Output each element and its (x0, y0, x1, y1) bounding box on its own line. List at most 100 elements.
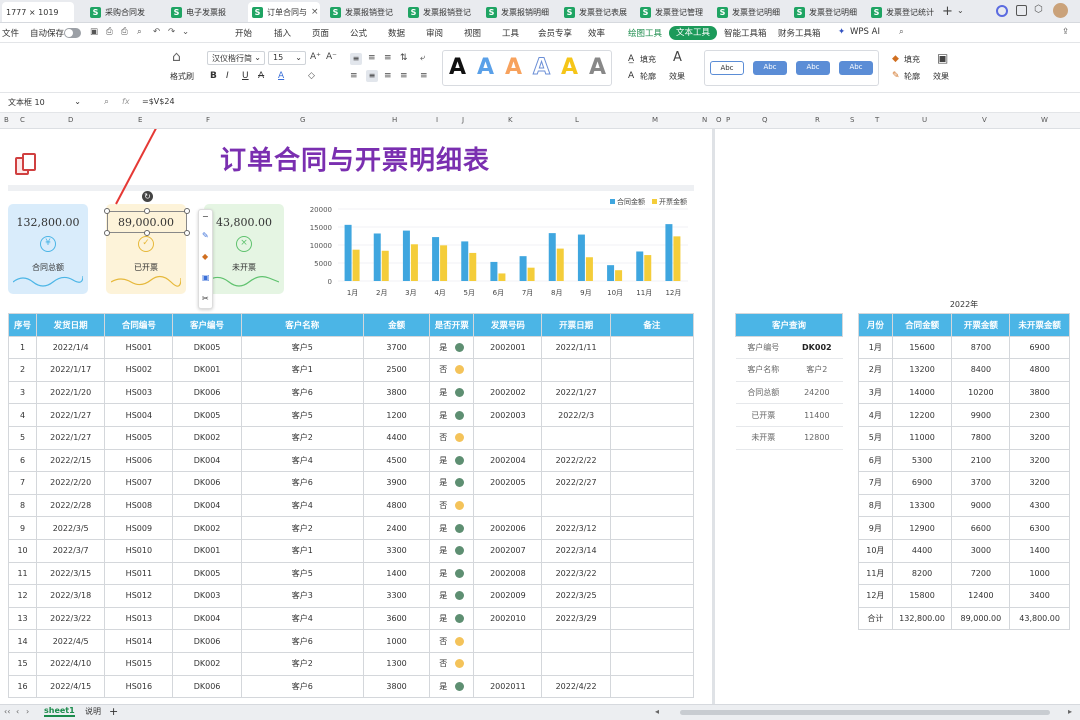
column-header-V[interactable]: V (982, 116, 987, 124)
table-cell[interactable]: 6月 (858, 448, 893, 473)
table-cell[interactable]: HS007 (104, 471, 174, 495)
table-cell[interactable]: 客户6 (240, 380, 364, 405)
remark-cell[interactable] (609, 493, 695, 518)
menu-member[interactable]: 会员专享 (538, 27, 572, 39)
sheet-tab-sheet1[interactable]: sheet1 (44, 706, 75, 717)
shape-effect-label[interactable]: 效果 (933, 71, 949, 82)
remark-cell[interactable] (609, 629, 695, 653)
tab-11[interactable]: S 发票登记统计 (867, 2, 937, 22)
table-cell[interactable]: 2022/3/22 (541, 561, 611, 586)
table-cell[interactable]: DK002 (172, 425, 242, 450)
table-cell[interactable]: 3800 (362, 380, 431, 405)
crop-icon[interactable]: ✂ (202, 294, 209, 303)
month-row[interactable]: 合计 132,800.00 89,000.00 43,800.00 (858, 606, 1070, 631)
table-cell[interactable]: 2022/3/5 (36, 516, 106, 540)
invoiced-cell[interactable]: 否 (429, 358, 475, 382)
table-cell[interactable]: 15 (7, 651, 38, 676)
table-row[interactable]: 13 2022/3/22 HS013 DK004 客户4 3600 是 2002010 2022… (7, 606, 695, 631)
menu-formula[interactable]: 公式 (350, 27, 367, 39)
table-cell[interactable]: 1月 (858, 335, 893, 360)
table-cell[interactable]: 客户1 (240, 358, 364, 382)
table-cell[interactable]: 2022/4/5 (36, 629, 106, 653)
table-cell[interactable] (473, 493, 543, 518)
table-cell[interactable]: 2002004 (473, 448, 543, 473)
table-row[interactable]: 14 2022/4/5 HS014 DK006 客户6 1000 否 (7, 629, 695, 653)
invoiced-cell[interactable]: 是 (429, 561, 475, 586)
column-header-I[interactable]: I (436, 116, 438, 124)
table-cell[interactable]: 16 (7, 674, 38, 699)
table-cell[interactable]: 3200 (1009, 448, 1070, 473)
remark-cell[interactable] (609, 516, 695, 540)
table-cell[interactable]: 7 (7, 471, 38, 495)
table-cell[interactable]: HS009 (104, 516, 174, 540)
table-cell[interactable]: 4500 (362, 448, 431, 473)
table-cell[interactable]: 客户2 (240, 516, 364, 540)
table-cell[interactable] (473, 358, 543, 382)
table-cell[interactable]: 2022/2/3 (541, 403, 611, 427)
new-tab-icon[interactable]: + (942, 4, 953, 19)
column-header-U[interactable]: U (922, 116, 927, 124)
style-outline-icon[interactable]: A (532, 55, 550, 81)
table-cell[interactable]: 2400 (362, 516, 431, 540)
invoiced-cell[interactable]: 是 (429, 380, 475, 405)
tab-5[interactable]: S 发票报销登记 (404, 2, 479, 22)
table-cell[interactable] (473, 629, 543, 653)
tab-7[interactable]: S 发票登记表展 (560, 2, 635, 22)
table-cell[interactable]: 1000 (1009, 561, 1070, 586)
share-icon[interactable]: ⇪ (1062, 27, 1069, 37)
table-cell[interactable]: 5月 (858, 425, 893, 450)
shape-style-gallery[interactable]: Abc Abc Abc Abc (704, 50, 879, 86)
tab-8[interactable]: S 发票登记管理 (636, 2, 711, 22)
table-cell[interactable]: 2022/1/20 (36, 380, 106, 405)
remark-cell[interactable] (609, 380, 695, 405)
table-cell[interactable]: 2022/2/22 (541, 448, 611, 473)
nav-first-icon[interactable]: ‹‹ (4, 707, 10, 716)
table-cell[interactable]: 2002009 (473, 584, 543, 608)
table-cell[interactable]: 6600 (951, 516, 1011, 540)
shape-effect-icon[interactable]: ▣ (937, 51, 948, 65)
month-row[interactable]: 9月 12900 6600 6300 (858, 516, 1070, 540)
table-cell[interactable]: 3800 (362, 674, 431, 699)
resize-handle[interactable] (104, 230, 110, 236)
table-cell[interactable]: 8 (7, 493, 38, 518)
table-cell[interactable]: HS001 (104, 335, 174, 360)
outline-icon[interactable]: ▣ (202, 273, 210, 282)
distributed-icon[interactable]: ≡ (420, 71, 428, 81)
table-cell[interactable]: HS004 (104, 403, 174, 427)
table-cell[interactable]: 13 (7, 606, 38, 631)
table-cell[interactable]: DK006 (172, 629, 242, 653)
font-size-select[interactable]: 15 ⌄ (268, 51, 306, 65)
table-cell[interactable]: 5300 (891, 448, 953, 473)
column-header-B[interactable]: B (4, 116, 9, 124)
table-cell[interactable]: HS014 (104, 629, 174, 653)
table-cell[interactable]: 1200 (362, 403, 431, 427)
table-cell[interactable]: 2022/3/22 (36, 606, 106, 631)
table-cell[interactable]: 3200 (1009, 471, 1070, 495)
table-cell[interactable]: DK004 (172, 493, 242, 518)
table-cell[interactable]: 2022/1/27 (36, 403, 106, 427)
table-cell[interactable]: 3400 (1009, 584, 1070, 608)
table-cell[interactable]: 客户4 (240, 448, 364, 473)
table-cell[interactable] (473, 425, 543, 450)
menu-review[interactable]: 审阅 (426, 27, 443, 39)
menu-text-tools[interactable]: 文本工具 (669, 26, 718, 40)
table-cell[interactable]: 11000 (891, 425, 953, 450)
align-bottom-icon[interactable]: ≡ (384, 53, 392, 63)
table-cell[interactable]: 2022/1/11 (541, 335, 611, 360)
table-cell[interactable]: HS003 (104, 380, 174, 405)
table-cell[interactable]: 13200 (891, 358, 953, 382)
nav-prev-icon[interactable]: ‹ (16, 707, 19, 716)
table-cell[interactable]: 2022/4/15 (36, 674, 106, 699)
column-header-D[interactable]: D (68, 116, 73, 124)
remark-cell[interactable] (609, 606, 695, 631)
table-cell[interactable]: 2002001 (473, 335, 543, 360)
table-cell[interactable]: 132,800.00 (891, 606, 953, 631)
column-header-C[interactable]: C (20, 116, 25, 124)
table-cell[interactable]: 2022/2/28 (36, 493, 106, 518)
tab-6[interactable]: S 发票报销明细 (482, 2, 557, 22)
style-gray-icon[interactable]: A (589, 55, 606, 80)
shape-fill-icon[interactable]: ◆ (892, 54, 899, 64)
window-icon[interactable] (1016, 5, 1027, 16)
table-cell[interactable]: 4月 (858, 403, 893, 427)
align-middle-icon[interactable]: ≡ (368, 53, 376, 63)
